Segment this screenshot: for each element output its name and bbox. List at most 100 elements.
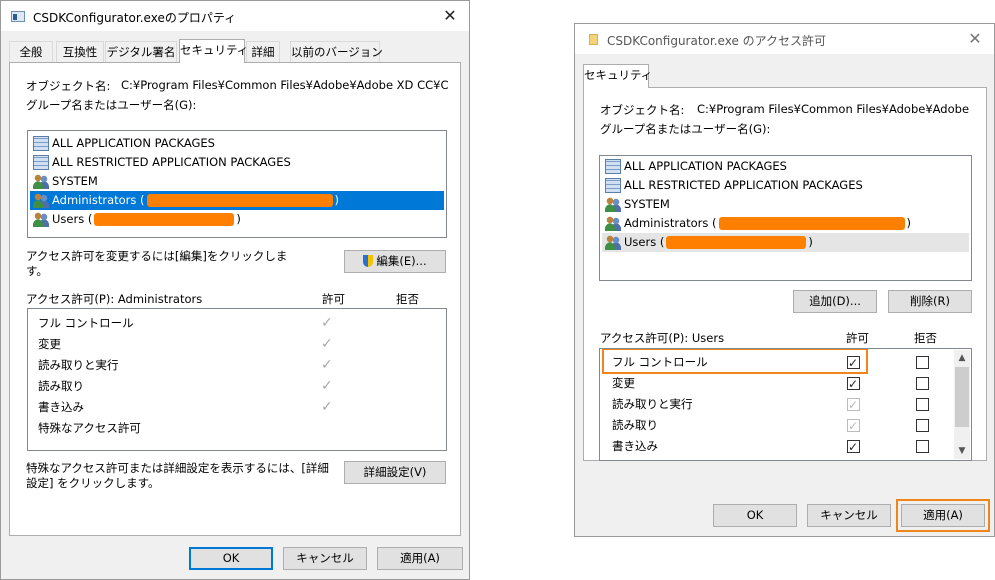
permissions-scrollbar[interactable]: ▲ ▼ [954, 350, 970, 459]
redacted-block [718, 217, 905, 230]
title-bar[interactable]: CSDKConfigurator.exe のアクセス許可 ✕ [575, 24, 994, 54]
group-list-item[interactable]: Administrators () [30, 191, 444, 210]
permission-row: 読み取り ✓ [38, 377, 444, 396]
group-list-item[interactable]: Users () [30, 210, 444, 229]
packages-icon [605, 159, 621, 174]
deny-checkbox[interactable] [916, 398, 929, 411]
allow-checkbox[interactable] [847, 438, 860, 457]
group-list-item[interactable]: ALL APPLICATION PACKAGES [602, 157, 969, 176]
window-title: CSDKConfigurator.exe のアクセス許可 [607, 34, 827, 48]
allow-check-icon: ✓ [321, 336, 333, 352]
object-name-label: オブジェクト名: [26, 79, 111, 93]
remove-button[interactable]: 削除(R) [888, 290, 972, 313]
security-panel: オブジェクト名: C:¥Program Files¥Common Files¥A… [583, 87, 987, 461]
redacted-block [666, 236, 807, 249]
packages-icon [33, 155, 49, 170]
group-list-item[interactable]: SYSTEM [30, 172, 444, 191]
tab-details[interactable]: 詳細 [246, 41, 280, 63]
deny-checkbox[interactable] [916, 440, 929, 453]
group-list-item[interactable]: ALL RESTRICTED APPLICATION PACKAGES [602, 176, 969, 195]
add-button[interactable]: 追加(D)... [793, 290, 877, 313]
group-name-text: ALL APPLICATION PACKAGES [52, 136, 215, 150]
ok-button[interactable]: OK [713, 504, 797, 527]
deny-checkbox[interactable] [916, 377, 929, 390]
tab-security[interactable]: セキュリティ [179, 39, 248, 63]
group-name-text: SYSTEM [52, 174, 98, 188]
permission-row: 特殊なアクセス許可 [38, 419, 444, 438]
permission-name: 書き込み [612, 439, 658, 453]
deny-checkbox[interactable] [916, 356, 929, 369]
advanced-button[interactable]: 詳細設定(V) [344, 461, 446, 484]
group-name: ALL APPLICATION PACKAGES [624, 157, 787, 176]
permission-name: 書き込み [38, 400, 84, 414]
permission-row: 読み取りと実行 ✓ [38, 356, 444, 375]
group-name-suffix: ) [236, 212, 241, 226]
group-list-label: グループ名またはユーザー名(G): [26, 98, 197, 112]
group-name: Administrators () [52, 191, 339, 210]
tab-compatibility[interactable]: 互換性 [56, 41, 104, 63]
scroll-up-icon[interactable]: ▲ [954, 350, 970, 366]
allow-checkbox[interactable] [847, 375, 860, 394]
group-name-text: ALL RESTRICTED APPLICATION PACKAGES [624, 178, 863, 192]
permission-row: 読み取りと実行 [602, 395, 953, 415]
shield-icon [363, 255, 374, 267]
permission-name: フル コントロール [38, 316, 134, 330]
permission-name: 変更 [612, 376, 635, 390]
scroll-thumb[interactable] [955, 367, 969, 427]
permissions-list: フル コントロール変更読み取りと実行読み取り書き込み▲▼ [599, 348, 972, 461]
allow-header: 許可 [322, 292, 345, 306]
deny-header: 拒否 [914, 331, 937, 345]
permission-name: 特殊なアクセス許可 [38, 421, 141, 435]
app-icon-stripe [13, 14, 17, 20]
permission-name: 読み取り [612, 418, 658, 432]
cancel-button[interactable]: キャンセル [283, 547, 367, 570]
advanced-note: 特殊なアクセス許可または詳細設定を表示するには、[詳細 設定] をクリックします… [26, 461, 329, 490]
group-name: ALL APPLICATION PACKAGES [52, 134, 215, 153]
group-name-text: Users ( [52, 212, 93, 226]
permission-row: 書き込み [602, 437, 953, 457]
allow-check-icon: ✓ [321, 357, 333, 373]
group-name-text: ALL RESTRICTED APPLICATION PACKAGES [52, 155, 291, 169]
scroll-down-icon[interactable]: ▼ [954, 443, 970, 459]
object-name-value: C:¥Program Files¥Common Files¥Adobe¥Adob… [121, 78, 449, 92]
tab-general[interactable]: 全般 [9, 41, 53, 63]
allow-check-icon: ✓ [321, 399, 333, 415]
change-permissions-note: アクセス許可を変更するには[編集]をクリックしま す。 [26, 249, 288, 278]
group-list[interactable]: ALL APPLICATION PACKAGES ALL RESTRICTED A… [599, 155, 972, 281]
group-name-suffix: ) [906, 216, 912, 230]
tab-security[interactable]: セキュリティ [583, 64, 652, 88]
deny-header: 拒否 [396, 292, 419, 306]
deny-checkbox[interactable] [916, 419, 929, 432]
close-button[interactable]: ✕ [962, 27, 988, 51]
permission-row: 読み取り [602, 416, 953, 436]
group-name-text: ALL APPLICATION PACKAGES [624, 159, 787, 173]
group-list-item[interactable]: Administrators () [602, 214, 969, 233]
group-name-suffix: ) [334, 193, 340, 207]
edit-button[interactable]: 編集(E)... [344, 250, 446, 273]
apply-button[interactable]: 適用(A) [377, 547, 463, 570]
security-panel: オブジェクト名: C:¥Program Files¥Common Files¥A… [9, 62, 461, 536]
object-name-label: オブジェクト名: [600, 103, 685, 117]
group-list-item[interactable]: SYSTEM [602, 195, 969, 214]
group-name: ALL RESTRICTED APPLICATION PACKAGES [52, 153, 291, 172]
tab-previous-versions[interactable]: 以前のバージョン [290, 41, 383, 63]
group-list[interactable]: ALL APPLICATION PACKAGES ALL RESTRICTED A… [27, 130, 447, 238]
group-name-text: SYSTEM [624, 197, 670, 211]
cancel-button[interactable]: キャンセル [807, 504, 891, 527]
allow-check-icon: ✓ [321, 315, 333, 331]
ok-button[interactable]: OK [189, 547, 273, 570]
packages-icon [33, 136, 49, 151]
permissions-dialog: CSDKConfigurator.exe のアクセス許可 ✕ セキュリティ オブ… [574, 23, 995, 537]
users-icon [605, 216, 621, 231]
group-list-item[interactable]: Users () [602, 233, 969, 252]
group-list-label: グループ名またはユーザー名(G): [600, 122, 771, 136]
group-list-item[interactable]: ALL APPLICATION PACKAGES [30, 134, 444, 153]
group-name-text: Administrators ( [624, 216, 717, 230]
permission-row: フル コントロール ✓ [38, 314, 444, 333]
title-bar[interactable]: CSDKConfigurator.exeのプロパティ ✕ [1, 1, 469, 31]
close-button[interactable]: ✕ [437, 4, 463, 28]
group-list-item[interactable]: ALL RESTRICTED APPLICATION PACKAGES [30, 153, 444, 172]
tab-digital-signature[interactable]: デジタル署名 [105, 41, 177, 63]
full-control-highlight [602, 349, 868, 374]
allow-check-icon: ✓ [321, 378, 333, 394]
